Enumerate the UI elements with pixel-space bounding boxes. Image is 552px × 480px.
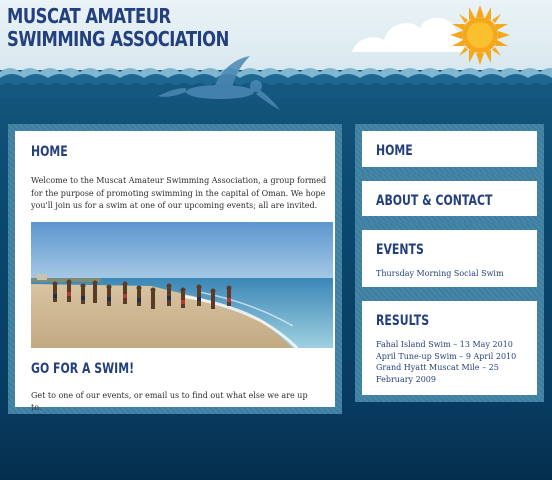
events-heading: EVENTS [376, 242, 424, 258]
sidebar-results-frame: RESULTS Fahal Island Swim – 13 May 2010 … [355, 294, 544, 402]
result-link[interactable]: April Tune-up Swim – 9 April 2010 [376, 351, 523, 363]
list-item: Fahal Island Swim – 13 May 2010 [376, 339, 523, 351]
list-item: April Tune-up Swim – 9 April 2010 [376, 351, 523, 363]
sidebar-about-panel: ABOUT & CONTACT [362, 181, 537, 216]
main-content-frame: HOME Welcome to the Muscat Amateur Swimm… [8, 124, 342, 414]
section-heading: GO FOR A SWIM! [31, 360, 135, 377]
result-link[interactable]: Grand Hyatt Muscat Mile – 25 February 20… [376, 362, 523, 385]
results-list: Fahal Island Swim – 13 May 2010 April Tu… [376, 339, 523, 385]
sidebar-home-panel: HOME [362, 131, 537, 167]
nav-home-label: HOME [376, 143, 413, 159]
sidebar-results-panel: RESULTS Fahal Island Swim – 13 May 2010 … [362, 301, 537, 395]
events-list: Thursday Morning Social Swim [376, 268, 523, 280]
site-title[interactable]: MUSCAT AMATEUR SWIMMING ASSOCIATION [7, 5, 229, 51]
main-content-panel: HOME Welcome to the Muscat Amateur Swimm… [15, 131, 335, 412]
result-link[interactable]: Fahal Island Swim – 13 May 2010 [376, 339, 523, 351]
nav-home-link[interactable]: HOME [376, 142, 523, 160]
nav-results-link[interactable]: RESULTS [376, 312, 523, 330]
sidebar-events-panel: EVENTS Thursday Morning Social Swim [362, 230, 537, 287]
list-item: Thursday Morning Social Swim [376, 268, 523, 280]
cloud-icon [352, 17, 464, 52]
results-heading: RESULTS [376, 313, 430, 329]
sidebar-home-frame: HOME [355, 124, 544, 174]
intro-text: Welcome to the Muscat Amateur Swimming A… [31, 176, 327, 210]
nav-about-contact-link[interactable]: ABOUT & CONTACT [376, 192, 523, 210]
event-link[interactable]: Thursday Morning Social Swim [376, 268, 523, 280]
nav-events-link[interactable]: EVENTS [376, 241, 523, 259]
page-title: HOME [31, 144, 68, 160]
sidebar-events-frame: EVENTS Thursday Morning Social Swim [355, 223, 544, 294]
site-title-line1: MUSCAT AMATEUR [7, 4, 171, 28]
outro-text: Get to one of our events, or email us to… [31, 390, 308, 412]
beach-swimmers-photo [31, 221, 333, 348]
nav-about-contact-label: ABOUT & CONTACT [376, 193, 493, 209]
sidebar-about-frame: ABOUT & CONTACT [355, 174, 544, 223]
swimmer-icon [158, 56, 280, 110]
list-item: Grand Hyatt Muscat Mile – 25 February 20… [376, 362, 523, 385]
site-title-line2: SWIMMING ASSOCIATION [7, 27, 229, 51]
